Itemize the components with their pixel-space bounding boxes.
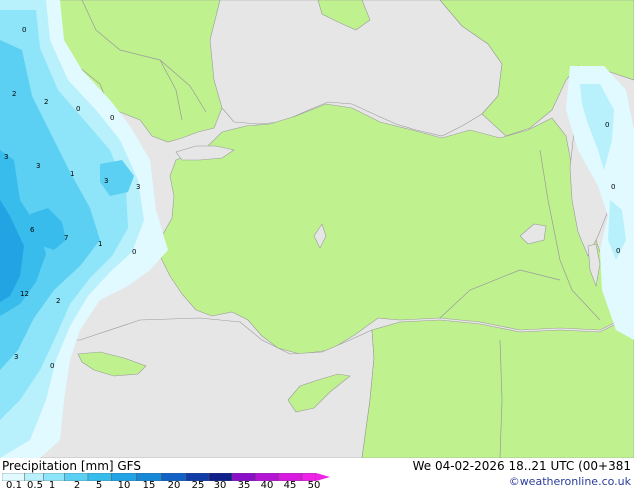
value-label: 2 (44, 98, 48, 106)
value-label: 0 (611, 183, 615, 191)
value-label: 0 (22, 26, 26, 34)
value-label: 0 (76, 105, 80, 113)
credit-link[interactable]: ©weatheronline.co.uk (509, 475, 631, 489)
land-levant (361, 319, 634, 458)
value-label: 2 (56, 297, 60, 305)
value-label: 0 (110, 114, 114, 122)
value-label: 2 (12, 90, 16, 98)
value-label: 1 (98, 240, 102, 248)
value-label: 6 (30, 226, 35, 234)
value-label: 0 (616, 247, 620, 255)
value-label: 3 (104, 177, 108, 185)
value-label: 0 (605, 121, 609, 129)
value-label: 1 (70, 170, 74, 178)
value-label: 7 (64, 234, 68, 242)
map-footer: Precipitation [mm] GFS We 04-02-2026 18.… (0, 458, 634, 491)
value-label: 3 (36, 162, 40, 170)
value-label: 3 (14, 353, 18, 361)
value-label: 3 (4, 153, 8, 161)
value-label: 0 (132, 248, 136, 256)
value-label: 3 (136, 183, 140, 191)
map-title: Precipitation [mm] GFS (2, 459, 141, 473)
precipitation-map: 0 2 2 0 0 3 3 1 3 3 6 7 1 0 12 2 3 0 0 0… (0, 0, 634, 458)
forecast-datetime: We 04-02-2026 18..21 UTC (00+381 (412, 459, 631, 473)
value-label: 0 (50, 362, 54, 370)
value-label: 12 (20, 290, 29, 298)
